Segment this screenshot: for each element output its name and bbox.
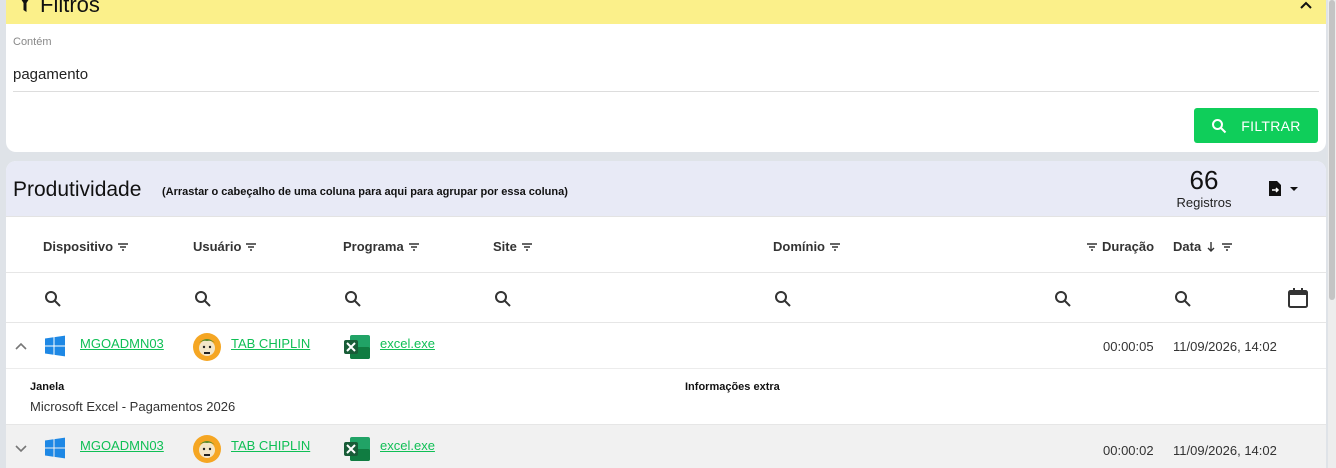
extra-info-label: Informações extra	[685, 381, 780, 393]
column-domain-label: Domínio	[773, 239, 825, 254]
sort-icon[interactable]	[117, 241, 129, 253]
column-duration[interactable]: Duração	[1086, 239, 1154, 254]
sort-icon[interactable]	[245, 241, 257, 253]
file-export-icon	[1269, 181, 1281, 196]
contains-input[interactable]	[13, 58, 1319, 92]
device-link[interactable]: MGOADMN03	[80, 336, 164, 351]
record-count: 66 Registros	[1174, 165, 1234, 210]
page-scrollbar[interactable]	[1328, 0, 1336, 468]
calendar-icon[interactable]	[1287, 287, 1309, 309]
device-link[interactable]: MGOADMN03	[80, 438, 164, 453]
sort-icon[interactable]	[1086, 241, 1098, 253]
column-date-label: Data	[1173, 239, 1202, 254]
contains-label: Contém	[13, 36, 52, 48]
filters-title: Filtros	[40, 0, 100, 17]
caret-down-icon	[1290, 186, 1298, 191]
windows-icon	[45, 437, 65, 459]
search-icon[interactable]	[774, 290, 792, 308]
chevron-up-icon[interactable]	[1298, 0, 1314, 14]
column-program-label: Programa	[343, 239, 404, 254]
column-user-label: Usuário	[193, 239, 242, 254]
productivity-panel: Produtividade (Arrastar o cabeçalho de u…	[6, 161, 1326, 468]
filter-icon	[21, 0, 29, 12]
search-icon	[1212, 118, 1227, 133]
column-device-label: Dispositivo	[43, 239, 114, 254]
sort-icon[interactable]	[521, 241, 533, 253]
table-row[interactable]: MGOADMN03 TAB CHIPLIN excel.exe 00:00:05…	[6, 323, 1326, 369]
column-duration-label: Duração	[1102, 239, 1155, 254]
column-site[interactable]: Site	[493, 239, 533, 254]
program-link[interactable]: excel.exe	[380, 438, 435, 453]
table-row[interactable]: MGOADMN03 TAB CHIPLIN excel.exe 00:00:02…	[6, 425, 1326, 468]
excel-icon	[344, 437, 370, 461]
group-hint[interactable]: (Arrastar o cabeçalho de uma coluna para…	[162, 186, 568, 198]
avatar	[193, 333, 221, 361]
column-search-row	[6, 273, 1326, 323]
row-detail: Janela Microsoft Excel - Pagamentos 2026…	[6, 369, 1326, 425]
column-device[interactable]: Dispositivo	[43, 239, 129, 254]
scrollbar-thumb[interactable]	[1329, 0, 1335, 300]
column-user[interactable]: Usuário	[193, 239, 257, 254]
windows-icon	[45, 335, 65, 357]
filters-header[interactable]: Filtros	[6, 0, 1326, 24]
search-icon[interactable]	[44, 290, 62, 308]
record-count-label: Registros	[1176, 195, 1232, 210]
column-headers: Dispositivo Usuário Programa Site Domíni…	[6, 217, 1326, 273]
user-link[interactable]: TAB CHIPLIN	[231, 336, 310, 351]
search-icon[interactable]	[194, 290, 212, 308]
program-link[interactable]: excel.exe	[380, 336, 435, 351]
filters-title-wrap: Filtros	[18, 0, 100, 18]
column-domain[interactable]: Domínio	[773, 239, 841, 254]
productivity-header: Produtividade (Arrastar o cabeçalho de u…	[6, 161, 1326, 217]
date-cell: 11/09/2026, 14:02	[1173, 339, 1277, 354]
record-count-value: 66	[1189, 165, 1219, 195]
column-date[interactable]: Data	[1173, 239, 1233, 254]
window-label: Janela	[30, 381, 65, 393]
column-program[interactable]: Programa	[343, 239, 420, 254]
search-icon[interactable]	[344, 290, 362, 308]
duration-cell: 00:00:02	[1103, 443, 1154, 458]
window-value: Microsoft Excel - Pagamentos 2026	[30, 399, 236, 414]
filter-button[interactable]: FILTRAR	[1194, 108, 1318, 143]
column-site-label: Site	[493, 239, 517, 254]
sort-icon[interactable]	[408, 241, 420, 253]
filters-panel: Filtros Contém FILTRAR	[6, 0, 1326, 152]
search-icon[interactable]	[494, 290, 512, 308]
export-button[interactable]	[1268, 180, 1298, 197]
productivity-title: Produtividade	[13, 178, 142, 201]
chevron-up-icon[interactable]	[14, 339, 28, 353]
sort-icon[interactable]	[1221, 241, 1233, 253]
sort-down-arrow-icon[interactable]	[1205, 241, 1217, 253]
chevron-down-icon[interactable]	[14, 441, 28, 455]
duration-cell: 00:00:05	[1103, 339, 1154, 354]
filter-button-label: FILTRAR	[1241, 117, 1301, 134]
avatar	[193, 435, 221, 463]
excel-icon	[344, 335, 370, 359]
user-link[interactable]: TAB CHIPLIN	[231, 438, 310, 453]
search-icon[interactable]	[1054, 290, 1072, 308]
search-icon[interactable]	[1174, 290, 1192, 308]
date-cell: 11/09/2026, 14:02	[1173, 443, 1277, 458]
sort-icon[interactable]	[829, 241, 841, 253]
